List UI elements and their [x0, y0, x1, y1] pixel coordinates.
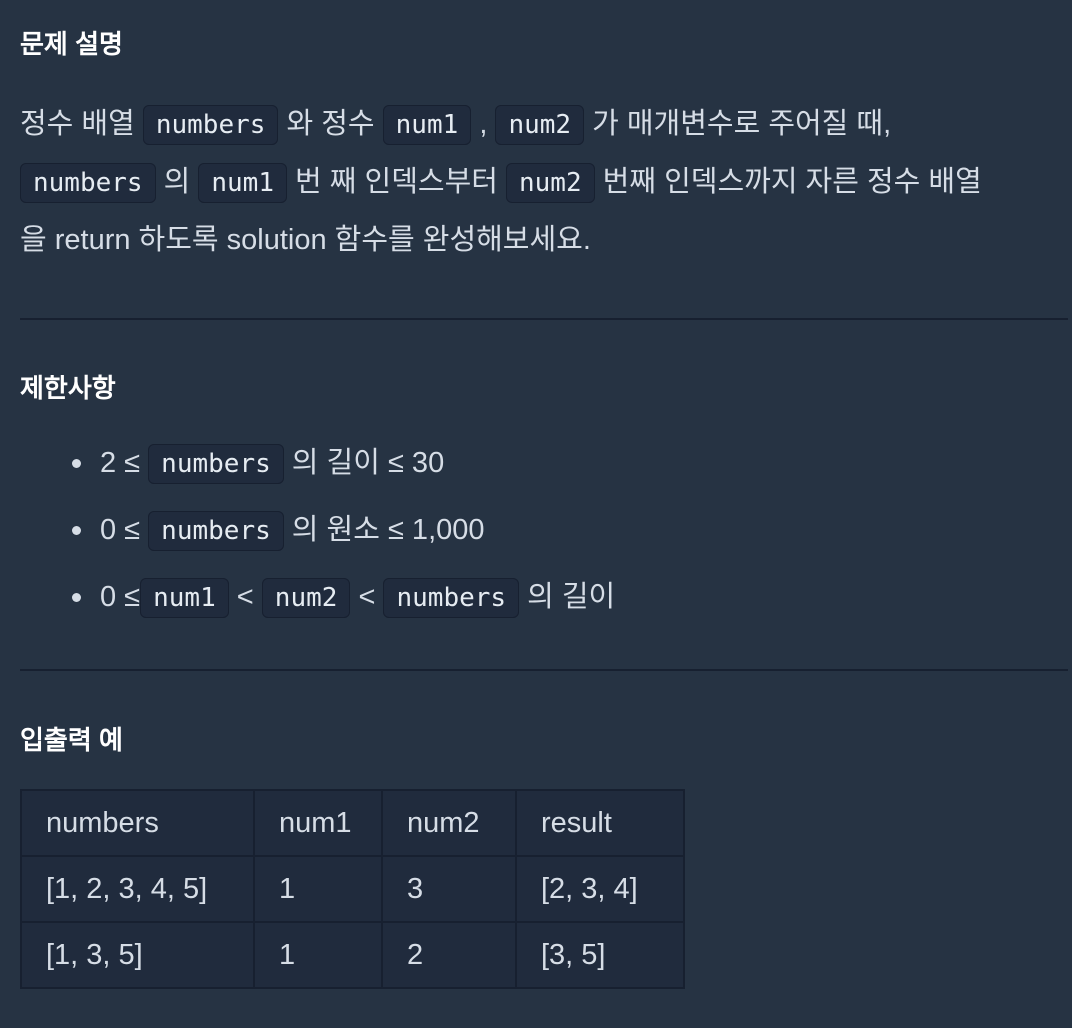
column-header: numbers [20, 789, 255, 857]
desc-text: 번 째 인덱스부터 [287, 166, 506, 198]
limit-text: 2 ≤ [100, 447, 149, 479]
desc-text: , [471, 108, 496, 140]
table-cell: 3 [381, 855, 517, 923]
section-divider [20, 318, 1068, 320]
desc-text: 을 return 하도록 solution 함수를 완성해보세요. [20, 224, 591, 256]
table-cell: [1, 2, 3, 4, 5] [20, 855, 255, 923]
desc-text: 와 정수 [278, 108, 383, 140]
table-cell: 1 [253, 855, 383, 923]
code-num1: num1 [140, 578, 229, 618]
code-numbers: numbers [148, 444, 284, 484]
problem-description: 정수 배열 numbers 와 정수 num1 , num2 가 매개변수로 주… [20, 96, 1060, 269]
section-title-limits: 제한사항 [20, 373, 116, 403]
code-numbers: numbers [20, 163, 156, 203]
table-cell: [1, 3, 5] [20, 921, 255, 989]
section-title-io-examples: 입출력 예 [20, 725, 123, 755]
desc-text: 의 [155, 166, 199, 198]
limit-text: 0 ≤ [100, 514, 149, 546]
section-title-description: 문제 설명 [20, 29, 123, 59]
code-num1: num1 [382, 105, 472, 145]
limit-item: 2 ≤ numbers 의 길이 ≤ 30 [71, 432, 615, 499]
table-cell: 2 [381, 921, 517, 989]
limit-text: 의 길이 ≤ 30 [283, 447, 445, 479]
code-num1: num1 [198, 163, 287, 203]
limits-list: 2 ≤ numbers 의 길이 ≤ 30 0 ≤ numbers 의 원소 ≤… [20, 432, 615, 633]
table-row: [1, 2, 3, 4, 5] 1 3 [2, 3, 4] [20, 855, 685, 923]
limit-text: 0 ≤ [100, 581, 141, 613]
desc-text: 번째 인덱스까지 자른 정수 배열 [594, 166, 982, 198]
limit-text: < [350, 581, 384, 613]
table-cell: [3, 5] [515, 921, 685, 989]
code-num2: num2 [261, 578, 351, 618]
table-cell: 1 [253, 921, 383, 989]
io-examples-table: numbers num1 num2 result [1, 2, 3, 4, 5]… [20, 789, 685, 989]
code-num2: num2 [506, 163, 595, 203]
code-numbers: numbers [383, 578, 520, 618]
desc-text: 가 매개변수로 주어질 때, [584, 108, 892, 140]
code-num2: num2 [495, 105, 585, 145]
limit-item: 0 ≤ num1 < num2 < numbers 의 길이 [71, 566, 616, 633]
section-divider [20, 669, 1068, 671]
column-header: num1 [253, 789, 383, 857]
limit-text: < [228, 581, 262, 613]
code-numbers: numbers [142, 105, 279, 145]
table-header-row: numbers num1 num2 result [20, 789, 685, 857]
limit-item: 0 ≤ numbers 의 원소 ≤ 1,000 [71, 499, 615, 566]
table-row: [1, 3, 5] 1 2 [3, 5] [20, 921, 685, 989]
column-header: num2 [381, 789, 517, 857]
column-header: result [515, 789, 685, 857]
table-cell: [2, 3, 4] [515, 855, 685, 923]
desc-text: 정수 배열 [20, 108, 143, 140]
limit-text: 의 원소 ≤ 1,000 [283, 514, 485, 546]
limit-text: 의 길이 [519, 581, 616, 613]
code-numbers: numbers [148, 511, 284, 551]
